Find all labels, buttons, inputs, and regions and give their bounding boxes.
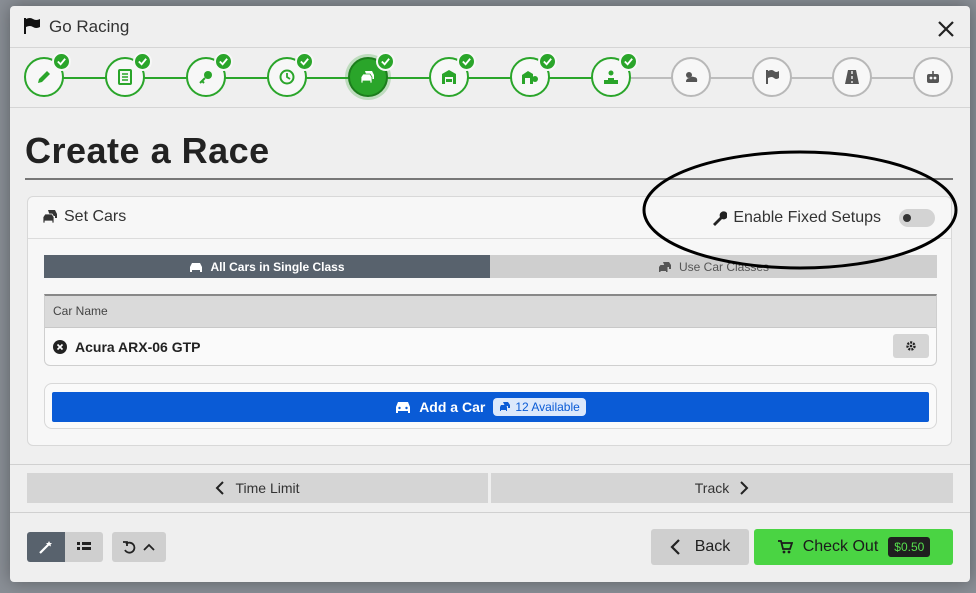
podium-icon xyxy=(604,70,618,84)
step-garage[interactable] xyxy=(429,52,476,97)
chevron-left-icon xyxy=(670,539,680,555)
step-key[interactable] xyxy=(186,52,233,97)
check-icon xyxy=(457,52,476,71)
check-icon xyxy=(295,52,314,71)
page-title: Create a Race xyxy=(25,130,270,171)
list-icon xyxy=(118,69,132,85)
cart-icon xyxy=(777,540,793,554)
cars-icon xyxy=(360,71,374,84)
fixed-setups-toggle[interactable] xyxy=(899,209,935,227)
single-class-tab[interactable]: All Cars in Single Class xyxy=(44,255,490,278)
step-weather[interactable] xyxy=(671,57,711,97)
fixed-setups-control[interactable]: Enable Fixed Setups xyxy=(711,207,935,229)
class-mode-selector: All Cars in Single Class Use Car Classes xyxy=(44,255,937,278)
card-title: Set Cars xyxy=(64,208,127,225)
card-header: Set Cars Enable Fixed Setups xyxy=(28,197,951,239)
garage-icon xyxy=(442,70,456,84)
footer-divider xyxy=(10,512,970,513)
checkout-label: Check Out xyxy=(802,538,879,555)
list-icon xyxy=(77,542,91,550)
prev-step-label: Time Limit xyxy=(235,480,300,496)
step-list[interactable] xyxy=(105,52,152,97)
add-car-panel: Add a Car 12 Available xyxy=(44,383,937,429)
close-icon[interactable] xyxy=(936,19,956,39)
car-name: Acura ARX-06 GTP xyxy=(75,339,201,355)
step-clock[interactable] xyxy=(267,52,314,97)
chevron-left-icon xyxy=(216,481,225,495)
chevron-up-icon xyxy=(143,543,155,551)
table-row: Acura ARX-06 GTP xyxy=(45,328,936,366)
wrench-icon xyxy=(713,211,728,226)
add-car-button[interactable]: Add a Car 12 Available xyxy=(52,392,929,422)
car-icon xyxy=(190,262,203,272)
toggle-knob xyxy=(903,214,911,222)
weather-icon xyxy=(686,72,698,82)
check-icon xyxy=(214,52,233,71)
car-icon xyxy=(396,402,411,413)
single-class-label: All Cars in Single Class xyxy=(210,259,345,274)
nav-divider xyxy=(10,464,970,465)
back-label: Back xyxy=(694,538,731,555)
flag-icon xyxy=(766,70,779,84)
available-count: 12 Available xyxy=(515,400,580,414)
step-ai[interactable] xyxy=(913,57,953,97)
wizard-stepper xyxy=(10,52,970,108)
next-step-button[interactable]: Track xyxy=(491,473,953,503)
check-icon xyxy=(52,52,71,71)
set-cars-card: Set Cars Enable Fixed Setups All Cars in… xyxy=(27,196,952,446)
tool-toggle-group xyxy=(27,532,103,562)
step-cars[interactable] xyxy=(348,52,395,97)
step-podium[interactable] xyxy=(591,52,638,97)
add-car-label: Add a Car xyxy=(419,399,486,415)
checkout-button[interactable]: Check Out $0.50 xyxy=(754,529,953,565)
undo-menu-button[interactable] xyxy=(112,532,166,562)
fixed-setups-label: Enable Fixed Setups xyxy=(733,209,881,226)
remove-car-icon[interactable] xyxy=(53,340,67,354)
wizard-mode-button[interactable] xyxy=(27,532,65,562)
clock-icon xyxy=(279,69,295,85)
garage-gear-icon xyxy=(522,71,538,84)
check-icon xyxy=(619,52,638,71)
price-badge: $0.50 xyxy=(888,537,931,557)
car-classes-tab[interactable]: Use Car Classes xyxy=(490,255,937,278)
title-divider xyxy=(25,178,953,180)
key-icon xyxy=(199,71,212,84)
check-icon xyxy=(133,52,152,71)
step-race-flag[interactable] xyxy=(752,57,792,97)
car-classes-label: Use Car Classes xyxy=(678,259,770,274)
check-icon xyxy=(538,52,557,71)
step-garage-setup[interactable] xyxy=(510,52,557,97)
list-mode-button[interactable] xyxy=(65,532,103,562)
available-badge: 12 Available xyxy=(493,398,586,416)
column-header-car-name: Car Name xyxy=(45,296,936,328)
prev-step-button[interactable]: Time Limit xyxy=(27,473,488,503)
road-icon xyxy=(845,70,859,84)
chevron-right-icon xyxy=(740,481,749,495)
cars-icon xyxy=(500,402,511,411)
pencil-icon xyxy=(38,71,50,83)
robot-icon xyxy=(927,71,939,83)
check-icon xyxy=(376,52,395,71)
step-track[interactable] xyxy=(832,57,872,97)
flag-icon xyxy=(24,18,40,34)
gear-icon xyxy=(906,341,916,351)
undo-icon xyxy=(123,541,136,554)
back-button[interactable]: Back xyxy=(651,529,749,565)
car-table: Car Name Acura ARX-06 GTP xyxy=(44,294,937,366)
magic-wand-icon xyxy=(39,541,52,554)
title-bar: Go Racing xyxy=(10,6,970,48)
car-settings-button[interactable] xyxy=(893,334,929,358)
cars-icon xyxy=(42,210,57,224)
step-pencil[interactable] xyxy=(24,52,71,97)
window-title: Go Racing xyxy=(49,17,130,36)
go-racing-modal: Go Racing Create a Race Set Cars Enable … xyxy=(10,6,970,582)
cars-icon xyxy=(658,261,671,272)
next-step-label: Track xyxy=(694,480,730,496)
